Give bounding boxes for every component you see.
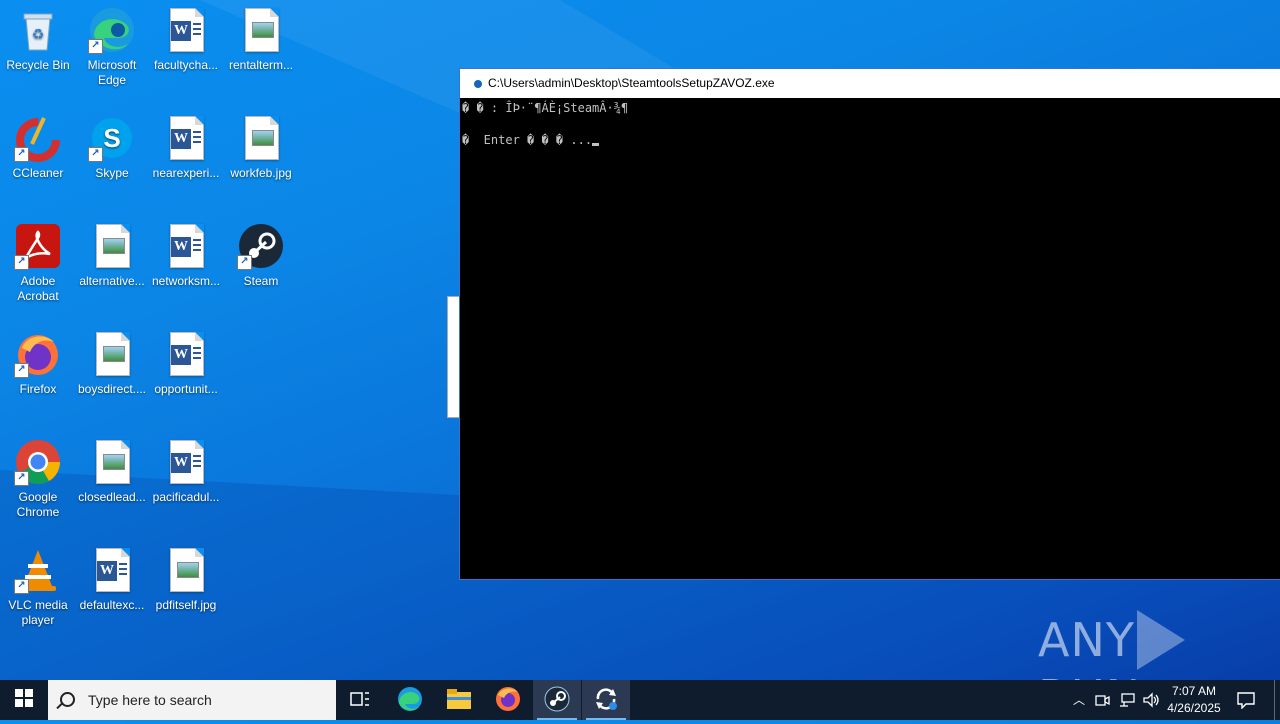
- taskbar-firefox-button[interactable]: [484, 680, 532, 720]
- image-file-icon: [88, 222, 136, 270]
- console-line: � Enter � � � ...: [462, 133, 593, 147]
- console-output[interactable]: � � : ÎÞ·¨¶ÁÈ¡SteamÂ·¾¶ � Enter � � � ...: [460, 98, 1280, 148]
- desktop-icon-opportunit[interactable]: W opportunit...: [148, 324, 224, 424]
- search-icon: [60, 692, 75, 707]
- recycle-bin-icon: ♻: [14, 6, 62, 54]
- svg-text:♻: ♻: [32, 26, 45, 42]
- shortcut-arrow-icon: ↗: [14, 363, 29, 378]
- shortcut-arrow-icon: ↗: [88, 39, 103, 54]
- desktop-icon-recycle-bin[interactable]: ♻ Recycle Bin: [0, 0, 76, 100]
- console-title: C:\Users\admin\Desktop\SteamtoolsSetupZA…: [488, 76, 775, 90]
- skype-icon: S ↗: [88, 114, 136, 162]
- console-window[interactable]: C:\Users\admin\Desktop\SteamtoolsSetupZA…: [459, 68, 1280, 580]
- desktop-icon-skype[interactable]: S ↗ Skype: [74, 108, 150, 208]
- console-cursor: [592, 143, 600, 146]
- desktop-icon-pacificadul[interactable]: W pacificadul...: [148, 432, 224, 532]
- network-icon[interactable]: [1118, 692, 1136, 708]
- task-view-button[interactable]: [336, 680, 384, 720]
- taskbar-file-explorer-button[interactable]: [435, 680, 483, 720]
- desktop-icon-google-chrome[interactable]: ↗ Google Chrome: [0, 432, 76, 532]
- taskbar-edge-button[interactable]: [386, 680, 434, 720]
- desktop-icon-defaultexc[interactable]: W defaultexc...: [74, 540, 150, 640]
- svg-text:S: S: [103, 123, 120, 153]
- desktop-icon-closedlead[interactable]: closedlead...: [74, 432, 150, 532]
- show-desktop-button[interactable]: [1274, 680, 1280, 720]
- vlc-icon: ↗: [14, 546, 62, 594]
- search-placeholder: Type here to search: [88, 692, 212, 708]
- word-document-icon: W: [162, 438, 210, 486]
- task-view-icon: [350, 692, 369, 706]
- taskbar-steamtools-button[interactable]: [582, 680, 630, 720]
- desktop-icon-nearexperi[interactable]: W nearexperi...: [148, 108, 224, 208]
- ccleaner-icon: ↗: [14, 114, 62, 162]
- desktop-icon-pdfitself[interactable]: pdfitself.jpg: [148, 540, 224, 640]
- word-document-icon: W: [162, 222, 210, 270]
- notifications-icon[interactable]: [1236, 691, 1256, 710]
- console-line: � � : ÎÞ·¨¶ÁÈ¡SteamÂ·¾¶: [462, 101, 629, 115]
- word-document-icon: W: [162, 6, 210, 54]
- desktop-icon-adobe-acrobat[interactable]: ↗ Adobe Acrobat: [0, 216, 76, 316]
- edge-icon: [398, 687, 422, 711]
- file-explorer-icon: [447, 689, 471, 709]
- clock-date: 4/26/2025: [1167, 701, 1221, 715]
- desktop-icon-ccleaner[interactable]: ↗ CCleaner: [0, 108, 76, 208]
- console-prompt-line: � Enter � � � ...: [462, 132, 1280, 148]
- desktop-icon-workfeb[interactable]: workfeb.jpg: [223, 108, 299, 208]
- desktop-icon-rentalterm[interactable]: rentalterm...: [223, 0, 299, 100]
- taskbar: Type here to search ︿ 7:07 AM 4/26/2025: [0, 680, 1280, 720]
- steam-icon: ↗: [237, 222, 285, 270]
- show-hidden-icons-chevron-icon[interactable]: ︿: [1070, 680, 1088, 720]
- taskbar-steam-button[interactable]: [533, 680, 581, 720]
- desktop-icon-facultycha[interactable]: W facultycha...: [148, 0, 224, 100]
- image-file-icon: [88, 330, 136, 378]
- console-app-icon: [474, 80, 482, 88]
- desktop-icon-firefox[interactable]: ↗ Firefox: [0, 324, 76, 424]
- clock-time: 7:07 AM: [1171, 684, 1217, 698]
- desktop-icon-boysdirect[interactable]: boysdirect....: [74, 324, 150, 424]
- shortcut-arrow-icon: ↗: [14, 579, 29, 594]
- desktop-icon-networksm[interactable]: W networksm...: [148, 216, 224, 316]
- edge-icon: ↗: [88, 6, 136, 54]
- desktop-icon-microsoft-edge[interactable]: ↗ Microsoft Edge: [74, 0, 150, 100]
- firefox-icon: ↗: [14, 330, 62, 378]
- volume-icon[interactable]: [1142, 692, 1160, 708]
- meet-now-icon[interactable]: [1094, 692, 1110, 708]
- play-icon: [1136, 610, 1185, 670]
- word-document-icon: W: [162, 330, 210, 378]
- word-document-icon: W: [88, 546, 136, 594]
- steam-icon: [544, 686, 570, 712]
- start-button[interactable]: [0, 680, 48, 720]
- image-file-icon: [88, 438, 136, 486]
- image-file-icon: [162, 546, 210, 594]
- shortcut-arrow-icon: ↗: [14, 147, 29, 162]
- steamtools-icon: [596, 688, 617, 710]
- shortcut-arrow-icon: ↗: [237, 255, 252, 270]
- chrome-icon: ↗: [14, 438, 62, 486]
- shortcut-arrow-icon: ↗: [14, 255, 29, 270]
- firefox-icon: [496, 687, 520, 711]
- word-document-icon: W: [162, 114, 210, 162]
- shortcut-arrow-icon: ↗: [14, 471, 29, 486]
- image-file-icon: [237, 6, 285, 54]
- shortcut-arrow-icon: ↗: [88, 147, 103, 162]
- console-titlebar[interactable]: C:\Users\admin\Desktop\SteamtoolsSetupZA…: [460, 69, 1280, 98]
- taskbar-search-box[interactable]: Type here to search: [48, 680, 336, 720]
- desktop-icon-vlc[interactable]: ↗ VLC media player: [0, 540, 76, 640]
- acrobat-icon: ↗: [14, 222, 62, 270]
- image-file-icon: [237, 114, 285, 162]
- desktop-icon-alternative[interactable]: alternative...: [74, 216, 150, 316]
- taskbar-clock[interactable]: 7:07 AM 4/26/2025: [1160, 683, 1228, 717]
- windows-logo-icon: [15, 689, 33, 707]
- desktop-icon-steam[interactable]: ↗ Steam: [223, 216, 299, 316]
